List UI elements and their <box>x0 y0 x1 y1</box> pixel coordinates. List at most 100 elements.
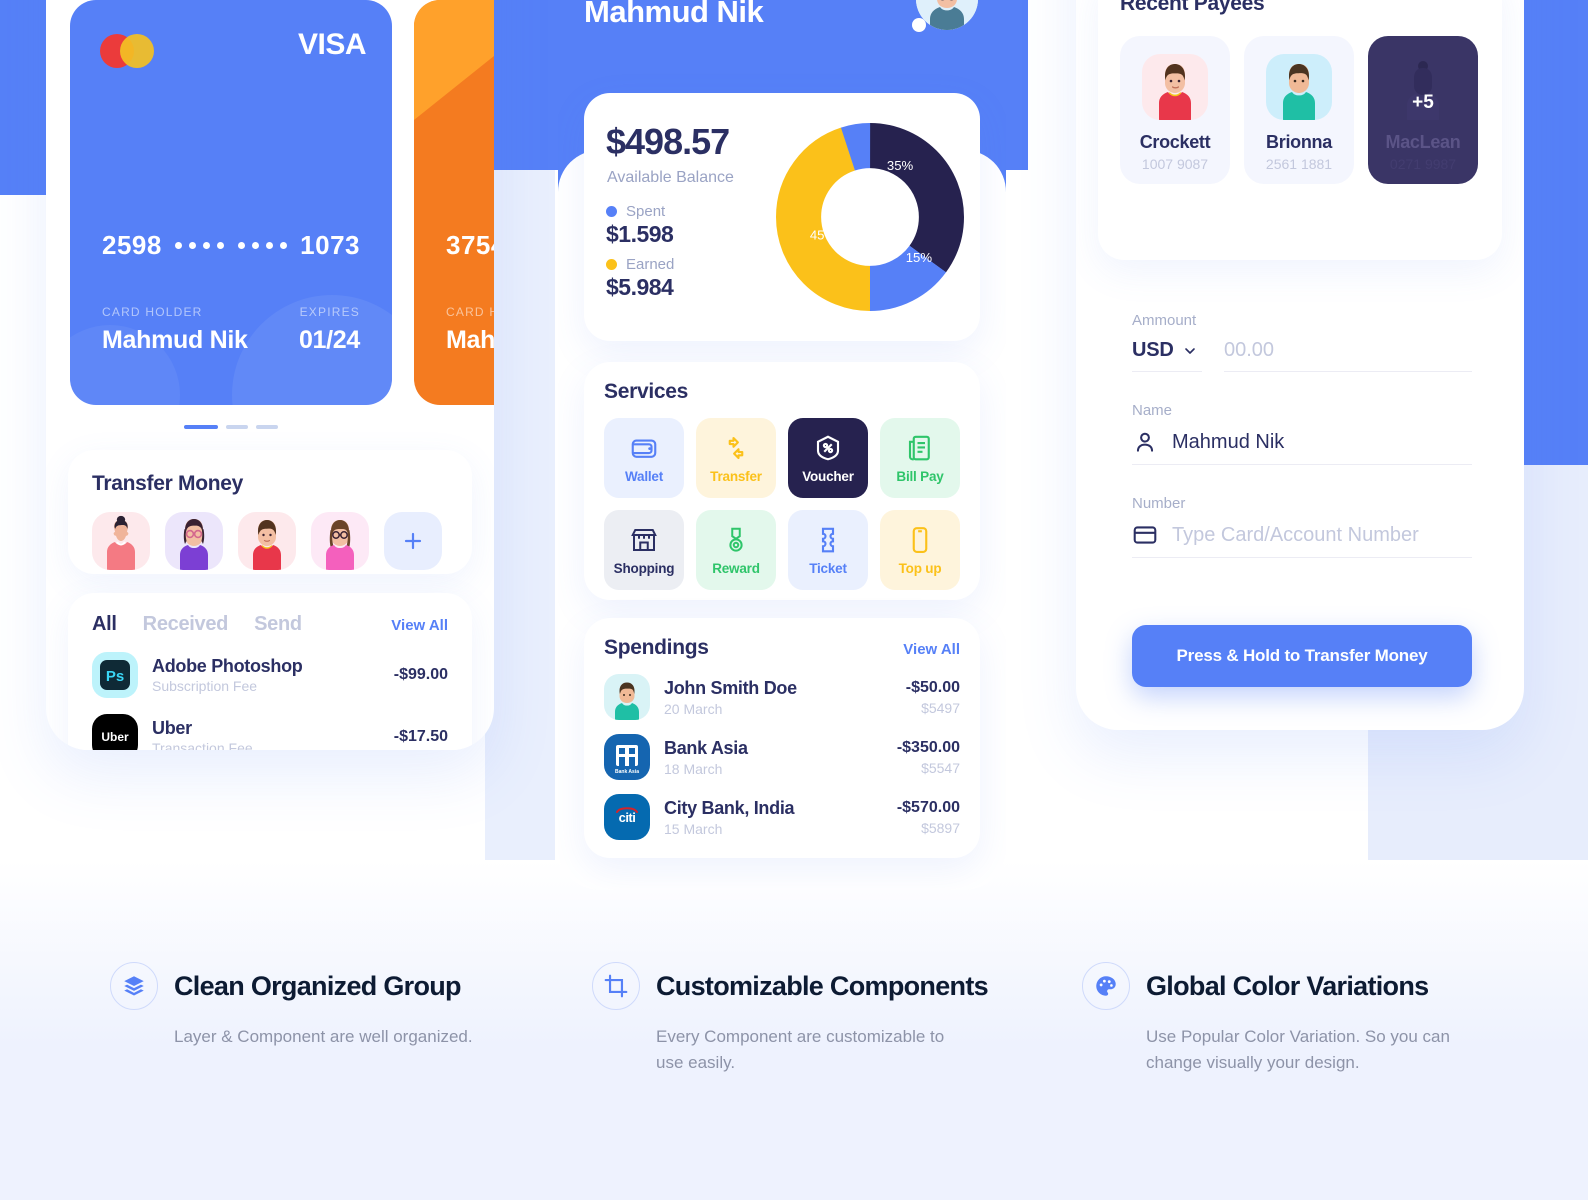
recent-payees-title: Recent Payees <box>1120 0 1265 15</box>
service-shopping[interactable]: Shopping <box>604 510 684 590</box>
spending-balance: $5497 <box>921 699 960 716</box>
tab-received[interactable]: Received <box>143 613 229 636</box>
voucher-icon <box>816 435 840 460</box>
spending-name: City Bank, India <box>664 797 795 818</box>
payee-more-badge: +5 <box>1412 92 1434 113</box>
ticket-icon <box>821 527 835 552</box>
table-row[interactable]: Ps Adobe Photoshop Subscription Fee -$99… <box>92 652 448 698</box>
spending-date: 15 March <box>664 820 723 837</box>
available-balance-label: Available Balance <box>607 169 734 186</box>
spending-balance: $5897 <box>921 819 960 836</box>
chart-legend: Spent $1.598 Earned $5.984 <box>606 203 674 309</box>
service-voucher[interactable]: Voucher <box>788 418 868 498</box>
name-value: Mahmud Nik <box>1172 430 1285 453</box>
transfer-money-button[interactable]: Press & Hold to Transfer Money <box>1132 625 1472 687</box>
card-number-start: 3754 <box>446 230 494 260</box>
transaction-amount: -$99.00 <box>393 666 448 683</box>
feature-customizable-components: Customizable Components Every Component … <box>592 962 1092 1075</box>
card-number-mask-2 <box>237 242 287 249</box>
amount-input[interactable]: 00.00 <box>1224 339 1472 372</box>
transaction-name: Uber <box>152 717 192 738</box>
transactions-view-all-link[interactable]: View All <box>391 617 448 634</box>
card-corner-accent <box>414 0 494 120</box>
card-brand-label: VISA <box>297 28 367 61</box>
payee-maclean-more[interactable]: +5 MacLean 0271 9987 <box>1368 36 1478 184</box>
plus-icon <box>404 532 422 550</box>
transaction-subtitle: Subscription Fee <box>152 678 258 695</box>
spending-amount: -$350.00 <box>896 738 960 756</box>
table-row[interactable]: Uber Uber Transaction Fee -$17.50 <box>92 714 448 750</box>
spending-balance: $5547 <box>921 759 960 776</box>
legend-label-earned: Earned <box>626 256 675 273</box>
carousel-dot[interactable] <box>226 425 248 429</box>
palette-icon <box>1082 962 1130 1010</box>
transactions-tabs: All Received Send View All <box>92 613 448 636</box>
card-expires-label: EXPIRES <box>299 305 360 319</box>
donut-chart: 35% 15% 45% <box>776 122 964 311</box>
service-bill-pay[interactable]: Bill Pay <box>880 418 960 498</box>
name-input[interactable]: Mahmud Nik <box>1132 429 1472 465</box>
service-top-up[interactable]: Top up <box>880 510 960 590</box>
number-field-group: Number Type Card/Account Number <box>1132 495 1472 558</box>
payee-name: Brionna <box>1266 132 1332 152</box>
feature-description: Use Popular Color Variation. So you can … <box>1146 1027 1450 1072</box>
citi-icon: citi <box>604 794 650 840</box>
service-wallet[interactable]: Wallet <box>604 418 684 498</box>
tab-all[interactable]: All <box>92 613 117 636</box>
contact-avatar-woman-pink[interactable] <box>311 512 369 570</box>
left-phone-panel: VISA 2598 1073 CARD HOLDER Mahmud Nik EX… <box>46 0 494 750</box>
list-item[interactable]: citi City Bank, India 15 March -$570.00 … <box>604 794 960 840</box>
carousel-dot[interactable] <box>256 425 278 429</box>
recent-payees-list: Crockett 1007 9087 Brionna 2561 1881 +5 … <box>1120 36 1480 184</box>
list-item[interactable]: John Smith Doe 20 March -$50.00 $5497 <box>604 674 960 720</box>
add-contact-button[interactable] <box>384 512 442 570</box>
carousel-dot-active[interactable] <box>184 425 218 429</box>
payee-crockett[interactable]: Crockett 1007 9087 <box>1120 36 1230 184</box>
layers-icon <box>110 962 158 1010</box>
service-reward[interactable]: Reward <box>696 510 776 590</box>
service-transfer[interactable]: Transfer <box>696 418 776 498</box>
person-teal-avatar <box>1266 54 1332 120</box>
boy-red-avatar <box>1142 54 1208 120</box>
spendings-view-all-link[interactable]: View All <box>903 641 960 658</box>
contact-avatar-woman-bun[interactable] <box>92 512 150 570</box>
tab-send[interactable]: Send <box>254 613 302 636</box>
legend-label-spent: Spent <box>626 203 666 220</box>
donut-hole <box>838 185 902 249</box>
transaction-amount: -$17.50 <box>393 728 448 745</box>
number-placeholder: Type Card/Account Number <box>1172 523 1419 546</box>
amount-label: Ammount <box>1132 312 1197 329</box>
card-holder-name: Mah <box>446 326 494 354</box>
legend-value-earned: $5.984 <box>606 274 674 300</box>
card-number-end: 1073 <box>300 230 360 260</box>
card-carousel-indicator[interactable] <box>70 425 392 429</box>
available-balance-amount: $498.57 <box>606 121 730 162</box>
contact-avatar-boy-red[interactable] <box>238 512 296 570</box>
contact-avatar-woman-glasses[interactable] <box>165 512 223 570</box>
bank-asia-icon: Bank Asia <box>604 734 650 780</box>
feature-description: Layer & Component are well organized. <box>174 1027 473 1046</box>
payee-name: Crockett <box>1139 132 1211 152</box>
service-label: Ticket <box>809 560 847 576</box>
feature-title: Clean Organized Group <box>174 970 462 1001</box>
credit-card-secondary[interactable]: VISA 3754 CARD HO Mah <box>414 0 494 405</box>
transactions-card: All Received Send View All Ps Adobe Phot… <box>68 593 472 750</box>
svg-text:Bank Asia: Bank Asia <box>615 769 639 775</box>
woman-bun-avatar: +5 <box>1390 54 1456 120</box>
currency-select[interactable]: USD <box>1132 339 1202 372</box>
photoshop-icon: Ps <box>92 652 138 698</box>
card-number-input[interactable]: Type Card/Account Number <box>1132 522 1472 558</box>
right-phone-panel: Mahmud Nik 01/24 Recent Payees Crockett … <box>1076 0 1524 730</box>
service-label: Top up <box>898 560 942 576</box>
spending-date: 18 March <box>664 760 723 777</box>
reward-icon <box>729 527 743 552</box>
svg-text:Ps: Ps <box>106 668 124 685</box>
services-grid: Wallet Transfer Voucher Bill Pay Shoppin… <box>604 418 960 590</box>
list-item[interactable]: Bank Asia Bank Asia 18 March -$350.00 $5… <box>604 734 960 780</box>
transaction-name: Adobe Photoshop <box>152 655 303 676</box>
service-ticket[interactable]: Ticket <box>788 510 868 590</box>
spending-name: John Smith Doe <box>664 677 797 698</box>
spending-amount: -$50.00 <box>905 678 960 696</box>
payee-brionna[interactable]: Brionna 2561 1881 <box>1244 36 1354 184</box>
credit-card-primary[interactable]: VISA 2598 1073 CARD HOLDER Mahmud Nik EX… <box>70 0 392 405</box>
